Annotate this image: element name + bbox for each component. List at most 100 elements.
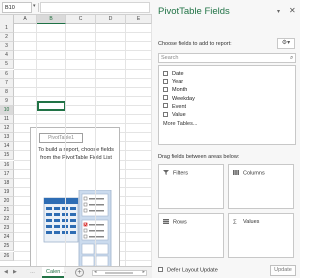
close-icon[interactable]: ✕	[289, 6, 296, 15]
choose-fields-label: Choose fields to add to report:	[158, 41, 232, 47]
gridline	[14, 32, 152, 34]
field-label: Weekday	[172, 95, 195, 102]
row-header-4[interactable]: 4	[0, 51, 14, 61]
column-header-d[interactable]: D	[96, 15, 126, 24]
field-label: Value	[172, 112, 186, 118]
checkbox[interactable]	[163, 78, 168, 84]
rows-area[interactable]: Rows	[158, 213, 224, 258]
name-box[interactable]: B10	[2, 2, 32, 13]
field-item-month[interactable]: Month	[163, 86, 187, 94]
update-button[interactable]: Update	[270, 265, 296, 276]
formula-bar: B10 ▾	[0, 0, 152, 15]
field-item-weekday[interactable]: Weekday	[163, 95, 195, 103]
row-header-5[interactable]: 5	[0, 60, 14, 70]
row-header-22[interactable]: 22	[0, 215, 14, 225]
row-header-14[interactable]: 14	[0, 142, 14, 152]
scroll-right-icon[interactable]: ▸	[142, 269, 145, 275]
row-header-10[interactable]: 10	[0, 105, 14, 115]
filters-area-header: Filters	[163, 170, 188, 177]
row-header-1[interactable]: 1	[0, 24, 14, 34]
scrollbar-thumb[interactable]	[105, 272, 133, 274]
row-header-15[interactable]: 15	[0, 151, 14, 161]
row-header-16[interactable]: 16	[0, 160, 14, 170]
rows-icon	[163, 219, 169, 224]
defer-layout-checkbox[interactable]: Defer Layout Update	[158, 267, 218, 274]
cell-grid[interactable]: ABCDE 1 2 3 4 5 6 7 8 9 10 11 12 13 14 15 16 17 18 19 20 21 2…	[0, 15, 152, 266]
gridline	[14, 123, 152, 125]
tab-overflow-left-icon[interactable]: …	[30, 269, 35, 275]
column-header-e[interactable]: E	[126, 15, 152, 24]
field-label: Date	[172, 71, 184, 77]
defer-update-bar: Defer Layout Update Update	[152, 263, 300, 278]
gridline	[125, 24, 126, 266]
horizontal-scrollbar[interactable]: ◂ ▸	[92, 269, 147, 276]
row-header-21[interactable]: 21	[0, 206, 14, 216]
field-label: Month	[172, 87, 188, 94]
scroll-tabs-left-icon[interactable]: ◀	[4, 269, 8, 275]
row-header-23[interactable]: 23	[0, 224, 14, 234]
row-header-7[interactable]: 7	[0, 78, 14, 88]
field-search-input[interactable]: Search ⌕	[158, 53, 296, 63]
scroll-left-icon[interactable]: ◂	[94, 269, 97, 275]
row-header-8[interactable]: 8	[0, 87, 14, 97]
row-header-24[interactable]: 24	[0, 233, 14, 243]
column-header-c[interactable]: C	[66, 15, 96, 24]
field-list: Value Event Weekday Month Year Date More Tabl…	[158, 65, 296, 145]
row-header-2[interactable]: 2	[0, 33, 14, 43]
field-item-date[interactable]: Date	[163, 70, 184, 78]
field-label: Year	[172, 79, 184, 86]
column-header-b[interactable]: B	[37, 15, 66, 24]
pivot-table-message: To build a report, choose fields from th…	[38, 147, 114, 161]
field-item-event[interactable]: Event	[163, 103, 186, 111]
gridline	[65, 24, 66, 266]
gridline	[14, 86, 152, 88]
filters-area[interactable]: Filters	[158, 164, 224, 209]
pivot-field-list-illustration-icon	[43, 190, 112, 266]
checkbox[interactable]	[163, 103, 168, 109]
filters-label: Filters	[173, 170, 188, 177]
more-tables-link[interactable]: More Tables...	[163, 121, 197, 127]
row-header-9[interactable]: 9	[0, 96, 14, 106]
row-header-25[interactable]: 25	[0, 242, 14, 252]
task-pane-options-icon[interactable]: ▾	[277, 8, 280, 15]
columns-area[interactable]: Columns	[228, 164, 294, 209]
gridline	[14, 114, 152, 115]
row-header-6[interactable]: 6	[0, 69, 14, 79]
checkbox[interactable]	[163, 95, 168, 101]
row-header-20[interactable]: 20	[0, 196, 14, 206]
columns-label: Columns	[243, 170, 265, 177]
add-sheet-button[interactable]: +	[75, 268, 84, 277]
row-header-11[interactable]: 11	[0, 115, 14, 125]
values-label: Values	[243, 219, 260, 225]
gridline	[14, 68, 152, 70]
values-area[interactable]: Σ Values	[228, 213, 294, 258]
formula-input[interactable]	[40, 2, 150, 13]
tab-overflow-right-icon[interactable]: ...	[62, 269, 66, 275]
pivot-table-placeholder[interactable]: PivotTable1 To build a report, choose fi…	[30, 127, 120, 266]
checkbox[interactable]	[163, 70, 168, 76]
checkbox[interactable]	[163, 86, 168, 92]
row-header-13[interactable]: 13	[0, 133, 14, 143]
chevron-down-icon[interactable]: ▾	[33, 3, 36, 9]
checkbox[interactable]	[163, 111, 168, 117]
pivot-table-name: PivotTable1	[39, 133, 83, 143]
drag-fields-label: Drag fields between areas below:	[158, 154, 240, 160]
sheet-tab-bar: ◀ ▶ … Calen ... + ◂ ▸	[0, 266, 152, 278]
field-item-value[interactable]: Value	[163, 111, 186, 119]
columns-icon	[233, 170, 239, 175]
field-item-year[interactable]: Year	[163, 78, 183, 86]
selected-cell-b10[interactable]	[37, 101, 66, 111]
search-icon: ⌕	[290, 55, 294, 61]
checkbox[interactable]	[158, 267, 163, 272]
row-header-12[interactable]: 12	[0, 124, 14, 134]
row-header-19[interactable]: 19	[0, 187, 14, 197]
row-header-26[interactable]: 26	[0, 251, 14, 261]
row-header-17[interactable]: 17	[0, 169, 14, 179]
row-header-18[interactable]: 18	[0, 178, 14, 188]
row-header-3[interactable]: 3	[0, 42, 14, 52]
field-label: Event	[172, 103, 187, 110]
select-all-corner[interactable]	[0, 15, 14, 24]
column-header-a[interactable]: A	[14, 15, 37, 24]
scroll-tabs-right-icon[interactable]: ▶	[13, 269, 17, 275]
field-list-settings-button[interactable]: ⚙▾	[277, 38, 295, 49]
